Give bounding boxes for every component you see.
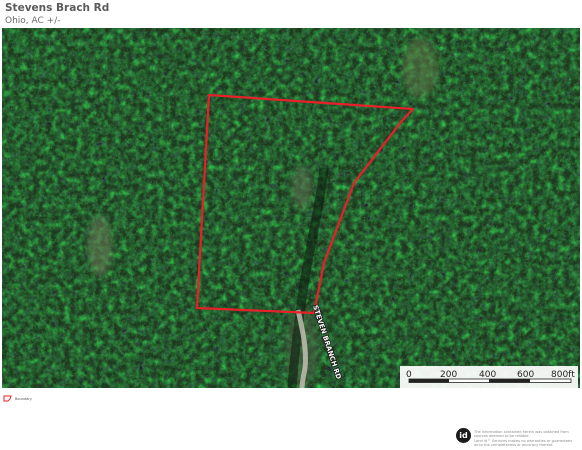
landid-logo-icon: id — [456, 428, 471, 443]
map-header: Stevens Brach Rd Ohio, AC +/- — [5, 2, 109, 28]
scale-tick-600: 600 — [517, 370, 534, 380]
disclaimer: The information contained herein was obt… — [474, 430, 582, 447]
legend-item-boundary: Boundary — [3, 395, 32, 402]
scale-tick-800ft: 800ft — [551, 370, 575, 380]
boundary-swatch-icon — [3, 395, 12, 402]
satellite-map[interactable]: STEVEN BRANCH RD — [2, 28, 580, 388]
map-canvas[interactable]: STEVEN BRANCH RD — [2, 28, 580, 388]
disclaimer-line: as to the completeness or accuracy there… — [474, 442, 554, 447]
legend-label: Boundary — [15, 396, 32, 401]
scale-tick-200: 200 — [440, 370, 457, 380]
scale-tick-400: 400 — [479, 370, 496, 380]
scale-bar: 0 200 400 600 800ft — [400, 366, 578, 388]
footer: id The information contained herein was … — [456, 428, 582, 447]
scale-bar-graphic — [408, 378, 572, 383]
property-title: Stevens Brach Rd — [5, 2, 110, 14]
scale-tick-0: 0 — [406, 370, 412, 380]
property-subtitle: Ohio, AC +/- — [5, 16, 61, 26]
map-legend: Boundary — [3, 395, 32, 402]
